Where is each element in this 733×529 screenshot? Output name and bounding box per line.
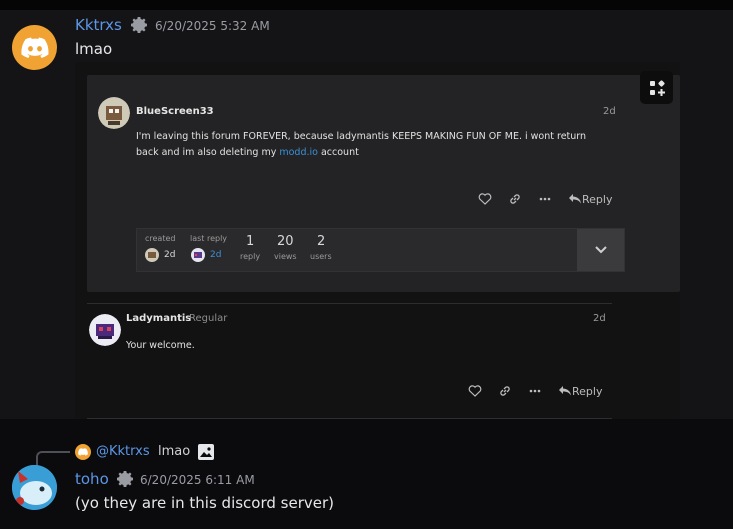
more-icon xyxy=(529,389,541,393)
post-body-line-2-end: account xyxy=(317,147,359,158)
last-reply-value: 2d xyxy=(210,250,222,260)
reply-label: Reply xyxy=(582,192,613,206)
last-reply-label: last reply xyxy=(190,234,228,243)
reply-role: Regular xyxy=(189,313,228,324)
post-author: BlueScreen33 xyxy=(136,106,214,117)
avatar xyxy=(98,97,130,129)
embed-image[interactable]: BlueScreen33 2d I'm leaving this forum F… xyxy=(75,62,680,420)
message-kktrxs: Kktrxs 6/20/2025 5:32 AM lmao BlueScreen… xyxy=(0,10,733,420)
avatar[interactable] xyxy=(12,465,57,510)
reply-avatar[interactable] xyxy=(75,444,91,460)
timestamp: 6/20/2025 6:11 AM xyxy=(140,473,255,487)
timestamp: 6/20/2025 5:32 AM xyxy=(155,19,270,33)
discord-logo-icon xyxy=(78,448,88,456)
reply-author: Ladymantis xyxy=(126,313,192,324)
image-icon xyxy=(198,444,214,460)
reply-arrow-icon xyxy=(559,386,571,396)
apps-icon xyxy=(649,79,665,96)
more-icon xyxy=(539,197,551,201)
forum-post: BlueScreen33 2d I'm leaving this forum F… xyxy=(87,71,680,292)
post-actions: Reply xyxy=(478,192,612,206)
open-apps-button[interactable] xyxy=(640,71,673,104)
link-icon xyxy=(500,386,510,396)
gear-icon xyxy=(131,17,147,33)
link-icon xyxy=(510,194,520,204)
avatar[interactable] xyxy=(12,25,57,70)
user-avatar-image-icon xyxy=(98,97,130,129)
avatar xyxy=(89,314,121,346)
chevron-down-icon xyxy=(594,246,607,254)
post-date: 2d xyxy=(603,106,616,117)
post-body-line-1: I'm leaving this forum FOREVER, because … xyxy=(136,131,587,142)
top-bar xyxy=(0,0,733,10)
message-text: lmao xyxy=(75,40,113,58)
reply-button: Reply xyxy=(558,385,602,398)
message-text: (yo they are in this discord server) xyxy=(75,494,334,512)
users-count: 2 xyxy=(317,234,326,249)
user-avatar-image-icon xyxy=(89,314,121,346)
views-count: 20 xyxy=(277,234,294,249)
topic-stats: created 2d last reply 2d 1 reply 20 view… xyxy=(136,228,625,272)
username[interactable]: toho xyxy=(75,470,109,488)
reply-date: 2d xyxy=(593,313,606,324)
reply-arrow-icon xyxy=(569,194,581,204)
views-label: views xyxy=(274,252,297,261)
created-label: created xyxy=(145,234,176,243)
post-body-line-2: back and im also deleting my xyxy=(136,147,280,158)
divider xyxy=(87,303,612,304)
reply-label: Reply xyxy=(572,384,603,398)
reply-button: Reply xyxy=(568,193,612,206)
reply-body: Your welcome. xyxy=(126,340,195,351)
heart-icon xyxy=(468,385,482,397)
reply-actions: Reply xyxy=(468,384,602,398)
user-avatar-icon xyxy=(145,248,159,262)
users-label: users xyxy=(310,252,332,261)
discord-logo-icon xyxy=(20,37,49,58)
reply-ref-text[interactable]: lmao xyxy=(158,444,190,459)
username[interactable]: Kktrxs xyxy=(75,16,122,34)
replies-count: 1 xyxy=(246,234,255,249)
user-avatar-icon xyxy=(191,248,205,262)
gear-icon xyxy=(117,471,133,487)
reply-connector xyxy=(36,451,70,467)
replies-label: reply xyxy=(240,252,261,261)
user-avatar-image-icon xyxy=(12,465,57,510)
post-body: I'm leaving this forum FOREVER, because … xyxy=(136,129,606,161)
created-value: 2d xyxy=(164,250,176,260)
expand-button xyxy=(577,229,624,271)
reply-ref-user[interactable]: @Kktrxs xyxy=(96,444,150,459)
post-link: modd.io xyxy=(279,147,318,158)
heart-icon xyxy=(478,193,492,205)
message-toho: @Kktrxs lmao toho 6/20/2025 6:11 AM (yo … xyxy=(0,419,733,529)
